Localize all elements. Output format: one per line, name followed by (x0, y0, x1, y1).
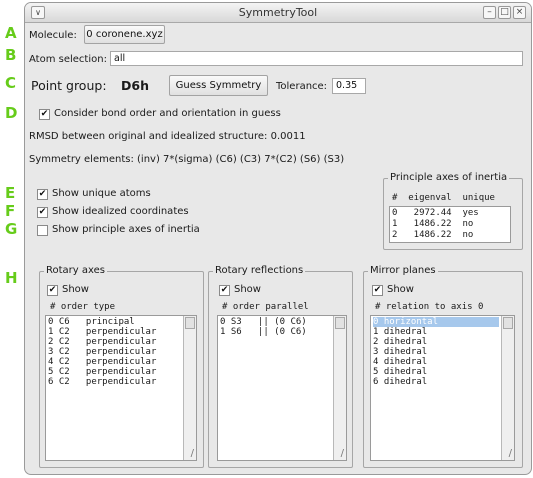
close-button[interactable]: × (513, 6, 526, 19)
inertia-group-title: Principle axes of inertia (388, 172, 510, 183)
marker-e: E (5, 184, 16, 202)
maximize-button[interactable]: □ (498, 6, 511, 19)
consider-bond-checkbox[interactable]: ✔ (39, 109, 50, 120)
scroll-thumb[interactable] (335, 317, 345, 329)
show-unique-atoms-label: Show unique atoms (52, 188, 151, 199)
list-item[interactable]: 1 1486.22 no (392, 219, 473, 229)
atom-selection-input[interactable]: all (110, 51, 523, 66)
list-item-selected[interactable]: 0 horizontal (373, 317, 499, 327)
resize-grip-icon: / (190, 448, 194, 459)
mirror-planes-group: Mirror planes ✔ Show # relation to axis … (363, 265, 523, 468)
atom-selection-label: Atom selection: (29, 54, 107, 65)
molecule-selector-button[interactable]: 0 coronene.xyz (84, 25, 165, 44)
rotary-axes-show-checkbox[interactable]: ✔ (47, 285, 58, 296)
mirror-planes-show-label: Show (387, 284, 414, 295)
rotary-axes-group: Rotary axes ✔ Show # order type 0 C6 pri… (39, 265, 204, 468)
resize-grip-icon: / (340, 448, 344, 459)
symmetry-elements-text: Symmetry elements: (inv) 7*(sigma) (C6) … (29, 154, 345, 165)
marker-h: H (5, 269, 18, 287)
show-principle-axes-label: Show principle axes of inertia (52, 224, 200, 235)
rmsd-text: RMSD between original and idealized stru… (29, 131, 306, 142)
resize-grip-icon: / (508, 448, 512, 459)
mirror-planes-show-checkbox[interactable]: ✔ (372, 285, 383, 296)
marker-d: D (5, 104, 18, 122)
list-item[interactable]: 4 C2 perpendicular (48, 357, 156, 367)
rotary-axes-list[interactable]: 0 C6 principal 1 C2 perpendicular 2 C2 p… (45, 315, 197, 461)
minimize-button[interactable]: – (483, 6, 496, 19)
list-item[interactable]: 2 1486.22 no (392, 230, 473, 240)
rotary-reflections-title: Rotary reflections (213, 265, 306, 276)
rotary-reflections-show-label: Show (234, 284, 261, 295)
show-unique-atoms-checkbox[interactable]: ✔ (37, 189, 48, 200)
marker-b: B (5, 46, 17, 64)
list-item[interactable]: 0 S3 || (0 C6) (220, 317, 307, 327)
list-item[interactable]: 5 dihedral (373, 367, 427, 377)
list-item[interactable]: 6 C2 perpendicular (48, 377, 156, 387)
scroll-thumb[interactable] (185, 317, 195, 329)
list-item[interactable]: 3 dihedral (373, 347, 427, 357)
list-item[interactable]: 3 C2 perpendicular (48, 347, 156, 357)
mirror-planes-header: # relation to axis 0 (375, 302, 484, 312)
tolerance-label: Tolerance: (276, 81, 328, 92)
list-item[interactable]: 1 S6 || (0 C6) (220, 327, 307, 337)
rotary-reflections-scrollbar[interactable]: / (333, 316, 346, 460)
rotary-reflections-show-checkbox[interactable]: ✔ (219, 285, 230, 296)
rotary-axes-title: Rotary axes (44, 265, 107, 276)
rotary-axes-header: # order type (50, 302, 116, 312)
rotary-reflections-header: # order parallel (222, 302, 309, 312)
list-item[interactable]: 1 dihedral (373, 327, 427, 337)
tolerance-input[interactable]: 0.35 (332, 78, 366, 94)
show-idealized-coordinates-label: Show idealized coordinates (52, 206, 189, 217)
window-title: SymmetryTool (238, 6, 318, 19)
symmetry-tool-window: ∨ SymmetryTool – □ × Molecule: 0 coronen… (24, 2, 532, 475)
rotary-axes-scrollbar[interactable]: / (183, 316, 196, 460)
point-group-value: D6h (121, 78, 149, 93)
inertia-group: Principle axes of inertia # eigenval uni… (383, 172, 523, 250)
point-group-label: Point group: (31, 78, 107, 93)
show-principle-axes-checkbox[interactable] (37, 225, 48, 236)
marker-c: C (5, 74, 17, 92)
marker-g: G (5, 220, 18, 238)
mirror-planes-list[interactable]: 0 horizontal 1 dihedral 2 dihedral 3 dih… (370, 315, 515, 461)
rotary-reflections-group: Rotary reflections ✔ Show # order parall… (208, 265, 353, 468)
scroll-thumb[interactable] (503, 317, 513, 329)
consider-bond-label: Consider bond order and orientation in g… (54, 108, 281, 119)
list-item[interactable]: 0 2972.44 yes (392, 208, 479, 218)
marker-f: F (5, 202, 16, 220)
list-item[interactable]: 0 C6 principal (48, 317, 135, 327)
list-item[interactable]: 6 dihedral (373, 377, 427, 387)
rotary-axes-show-label: Show (62, 284, 89, 295)
marker-a: A (5, 24, 17, 42)
list-item[interactable]: 2 C2 perpendicular (48, 337, 156, 347)
mirror-planes-title: Mirror planes (368, 265, 438, 276)
rotary-reflections-list[interactable]: 0 S3 || (0 C6) 1 S6 || (0 C6) / (217, 315, 347, 461)
show-idealized-coordinates-checkbox[interactable]: ✔ (37, 207, 48, 218)
list-item[interactable]: 4 dihedral (373, 357, 427, 367)
list-item[interactable]: 2 dihedral (373, 337, 427, 347)
molecule-label: Molecule: (29, 30, 77, 41)
title-bar[interactable]: ∨ SymmetryTool – □ × (25, 3, 531, 23)
list-item[interactable]: 5 C2 perpendicular (48, 367, 156, 377)
list-item[interactable]: 1 C2 perpendicular (48, 327, 156, 337)
guess-symmetry-button[interactable]: Guess Symmetry (169, 75, 268, 96)
inertia-header: # eigenval unique (392, 193, 495, 203)
inertia-list[interactable]: 0 2972.44 yes 1 1486.22 no 2 1486.22 no (389, 206, 511, 243)
mirror-planes-scrollbar[interactable]: / (501, 316, 514, 460)
